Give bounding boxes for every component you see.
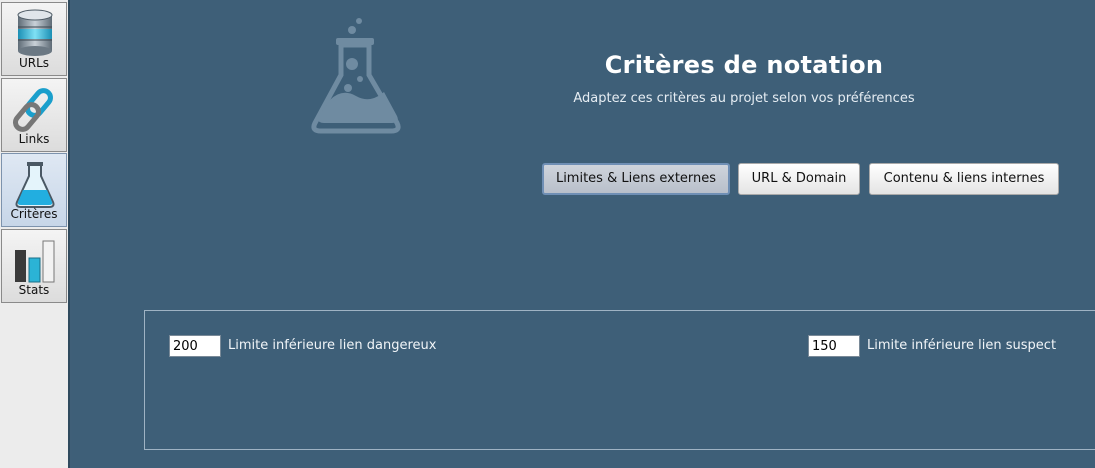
sidebar-item-stats[interactable]: Stats <box>1 229 67 303</box>
sidebar-item-links[interactable]: Links <box>1 78 67 152</box>
page-title: Critères de notation <box>604 51 884 79</box>
dangerous-link-threshold-label: Limite inférieure lien dangereux <box>228 338 437 353</box>
suspect-link-threshold-label: Limite inférieure lien suspect <box>867 338 1057 353</box>
sidebar-item-label: Critères <box>10 207 58 221</box>
chain-link-icon <box>2 85 66 133</box>
flask-icon <box>2 160 66 208</box>
sidebar-item-label: Stats <box>18 283 50 297</box>
tab-limites-liens-externes[interactable]: Limites & Liens externes <box>542 163 730 195</box>
database-icon <box>2 9 66 57</box>
page-subtitle: Adaptez ces critères au projet selon vos… <box>573 91 915 106</box>
tab-contenu-liens-internes[interactable]: Contenu & liens internes <box>869 163 1059 195</box>
bar-chart-icon <box>2 236 66 284</box>
dangerous-link-threshold-input[interactable] <box>169 335 221 357</box>
sidebar-item-criteres[interactable]: Critères <box>1 153 67 227</box>
criteria-panel: Limite inférieure lien dangereux Limite … <box>144 310 1095 450</box>
sidebar-item-label: Links <box>18 132 50 146</box>
tab-url-domain[interactable]: URL & Domain <box>738 163 860 195</box>
sidebar-item-urls[interactable]: URLs <box>1 2 67 76</box>
suspect-link-threshold-input[interactable] <box>808 335 860 357</box>
sidebar: URLs Links Critères Stats <box>0 0 70 468</box>
main-panel: Critères de notation Adaptez ces critère… <box>72 0 1095 468</box>
sidebar-item-label: URLs <box>18 56 50 70</box>
